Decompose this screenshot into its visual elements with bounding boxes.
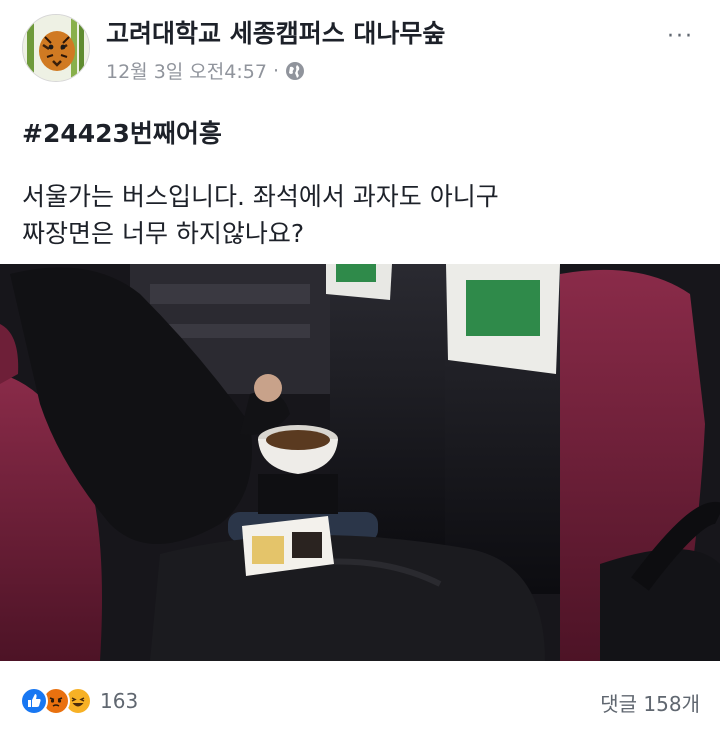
globe-icon[interactable]: [285, 61, 305, 81]
post-hashtag[interactable]: #24423번째어흥: [22, 114, 222, 150]
tiger-logo-icon: [23, 15, 89, 81]
page-name-link[interactable]: 고려대학교 세종캠퍼스 대나무숲: [106, 14, 445, 50]
more-options-icon[interactable]: ···: [667, 24, 694, 49]
comments-count-link[interactable]: 댓글 158개: [600, 688, 700, 717]
like-icon: [20, 687, 48, 715]
reactions-summary[interactable]: 163: [20, 687, 138, 715]
reaction-count: 163: [100, 689, 139, 713]
post-body-line-1: 서울가는 버스입니다. 좌석에서 과자도 아니구: [22, 182, 499, 211]
bus-interior-photo-icon: [0, 264, 720, 661]
post-body: 서울가는 버스입니다. 좌석에서 과자도 아니구 짜장면은 너무 하지않나요?: [22, 178, 702, 252]
post-meta: 12월 3일 오전4:57 ·: [106, 57, 305, 84]
post-photo[interactable]: [0, 264, 720, 661]
meta-separator: ·: [272, 59, 279, 82]
post-timestamp[interactable]: 12월 3일 오전4:57: [106, 57, 267, 84]
post-footer: 163 댓글 158개: [0, 661, 720, 732]
post-body-line-2: 짜장면은 너무 하지않나요?: [22, 219, 305, 248]
page-avatar[interactable]: [22, 14, 90, 82]
post-header: 고려대학교 세종캠퍼스 대나무숲 12월 3일 오전4:57 · ···: [0, 0, 720, 96]
